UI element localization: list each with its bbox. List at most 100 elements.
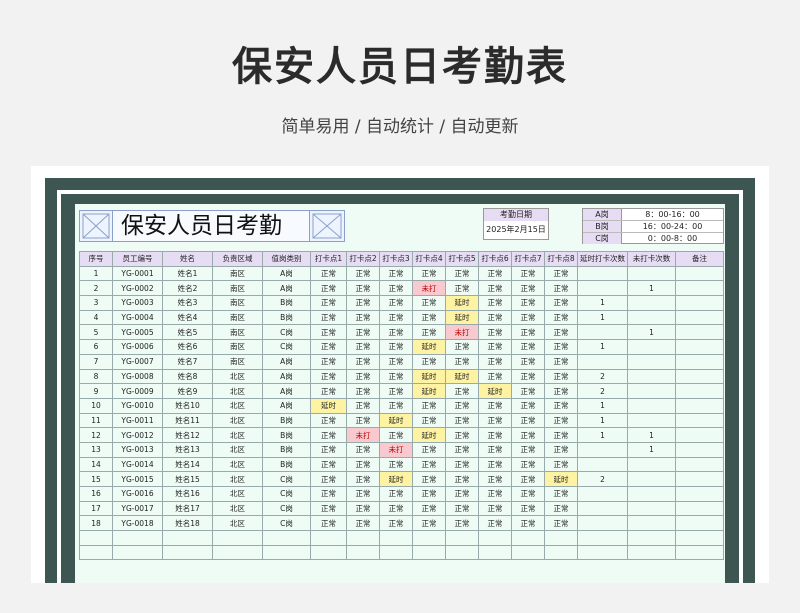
table-cell[interactable]: 正常 xyxy=(412,486,446,502)
table-cell[interactable]: 1 xyxy=(577,412,628,429)
table-cell[interactable]: 南区 xyxy=(212,353,263,370)
table-cell[interactable] xyxy=(627,530,676,546)
table-cell[interactable]: 正常 xyxy=(310,515,347,532)
table-cell[interactable] xyxy=(627,500,676,517)
table-cell[interactable]: 正常 xyxy=(445,353,479,370)
table-cell[interactable] xyxy=(544,530,578,546)
table-cell[interactable]: 正常 xyxy=(310,265,347,282)
table-cell[interactable]: 姓名12 xyxy=(162,427,213,443)
table-cell[interactable] xyxy=(577,441,628,458)
table-cell[interactable]: 北区 xyxy=(212,427,263,443)
table-cell[interactable]: 正常 xyxy=(310,368,347,385)
table-cell[interactable]: 正常 xyxy=(478,324,512,341)
table-cell[interactable]: 正常 xyxy=(310,486,347,502)
table-cell[interactable]: 正常 xyxy=(478,339,512,355)
table-cell[interactable]: 正常 xyxy=(346,486,380,502)
table-cell[interactable]: 延时 xyxy=(445,309,479,326)
table-cell[interactable]: 正常 xyxy=(511,427,545,443)
table-cell[interactable] xyxy=(627,265,676,282)
table-cell[interactable]: 北区 xyxy=(212,456,263,473)
table-cell[interactable]: 正常 xyxy=(445,441,479,458)
table-cell[interactable] xyxy=(79,544,113,561)
table-cell[interactable]: 正常 xyxy=(310,412,347,429)
attendance-date-value[interactable]: 2025年2月15日 xyxy=(483,221,549,240)
table-cell[interactable] xyxy=(627,383,676,399)
table-cell[interactable]: 正常 xyxy=(511,500,545,517)
table-cell[interactable]: 1 xyxy=(627,441,676,458)
table-cell[interactable]: 正常 xyxy=(478,441,512,458)
table-cell[interactable] xyxy=(675,471,724,487)
table-cell[interactable]: YG-0014 xyxy=(112,456,163,473)
table-cell[interactable]: 正常 xyxy=(511,441,545,458)
table-cell[interactable]: YG-0012 xyxy=(112,427,163,443)
table-cell[interactable]: 姓名6 xyxy=(162,339,213,355)
table-cell[interactable]: 北区 xyxy=(212,441,263,458)
table-cell[interactable] xyxy=(577,456,628,473)
table-cell[interactable] xyxy=(675,486,724,502)
table-cell[interactable]: 正常 xyxy=(412,515,446,532)
table-cell[interactable]: 正常 xyxy=(544,397,578,414)
table-cell[interactable]: 北区 xyxy=(212,515,263,532)
table-cell[interactable]: 1 xyxy=(627,324,676,341)
table-cell[interactable]: 17 xyxy=(79,500,113,517)
table-cell[interactable] xyxy=(675,368,724,385)
table-cell[interactable]: 正常 xyxy=(544,486,578,502)
table-cell[interactable]: 正常 xyxy=(544,309,578,326)
table-cell[interactable]: 18 xyxy=(79,515,113,532)
table-cell[interactable] xyxy=(346,530,380,546)
table-cell[interactable]: A岗 xyxy=(262,265,311,282)
table-cell[interactable] xyxy=(675,383,724,399)
table-cell[interactable]: YG-0008 xyxy=(112,368,163,385)
table-cell[interactable]: 正常 xyxy=(445,500,479,517)
table-cell[interactable]: 正常 xyxy=(346,353,380,370)
table-cell[interactable] xyxy=(675,280,724,297)
table-cell[interactable]: 14 xyxy=(79,456,113,473)
table-cell[interactable]: 正常 xyxy=(346,412,380,429)
table-cell[interactable] xyxy=(310,530,347,546)
table-cell[interactable]: 姓名14 xyxy=(162,456,213,473)
table-cell[interactable]: 南区 xyxy=(212,309,263,326)
table-cell[interactable]: 正常 xyxy=(379,353,413,370)
table-cell[interactable]: C岗 xyxy=(262,500,311,517)
table-cell[interactable]: 正常 xyxy=(478,295,512,311)
table-cell[interactable] xyxy=(675,500,724,517)
table-cell[interactable]: 正常 xyxy=(346,500,380,517)
table-cell[interactable]: YG-0010 xyxy=(112,397,163,414)
table-cell[interactable]: 正常 xyxy=(346,515,380,532)
table-cell[interactable]: 姓名2 xyxy=(162,280,213,297)
table-cell[interactable]: 10 xyxy=(79,397,113,414)
table-cell[interactable] xyxy=(675,530,724,546)
table-cell[interactable]: 正常 xyxy=(445,280,479,297)
table-cell[interactable]: A岗 xyxy=(262,353,311,370)
table-cell[interactable]: 正常 xyxy=(379,295,413,311)
table-cell[interactable] xyxy=(675,324,724,341)
table-cell[interactable] xyxy=(478,544,512,561)
table-cell[interactable]: 正常 xyxy=(511,280,545,297)
table-cell[interactable]: 姓名9 xyxy=(162,383,213,399)
table-cell[interactable]: 未打 xyxy=(379,441,413,458)
table-cell[interactable]: 正常 xyxy=(544,280,578,297)
table-cell[interactable]: 正常 xyxy=(412,324,446,341)
table-cell[interactable]: 延时 xyxy=(412,368,446,385)
table-cell[interactable]: 正常 xyxy=(445,397,479,414)
table-cell[interactable]: 南区 xyxy=(212,280,263,297)
table-cell[interactable]: 正常 xyxy=(310,280,347,297)
table-cell[interactable]: C岗 xyxy=(262,324,311,341)
table-cell[interactable] xyxy=(478,530,512,546)
table-cell[interactable]: 1 xyxy=(577,339,628,355)
table-cell[interactable]: 13 xyxy=(79,441,113,458)
table-cell[interactable]: 正常 xyxy=(379,397,413,414)
table-cell[interactable]: 正常 xyxy=(445,427,479,443)
table-cell[interactable]: 正常 xyxy=(445,515,479,532)
table-cell[interactable]: B岗 xyxy=(262,441,311,458)
table-cell[interactable] xyxy=(445,530,479,546)
table-cell[interactable]: 正常 xyxy=(346,456,380,473)
table-cell[interactable]: 正常 xyxy=(346,280,380,297)
table-cell[interactable]: YG-0017 xyxy=(112,500,163,517)
table-cell[interactable]: 正常 xyxy=(544,368,578,385)
table-cell[interactable]: 正常 xyxy=(445,383,479,399)
table-cell[interactable] xyxy=(310,544,347,561)
table-cell[interactable]: 未打 xyxy=(412,280,446,297)
table-cell[interactable]: B岗 xyxy=(262,456,311,473)
table-cell[interactable]: 正常 xyxy=(445,486,479,502)
